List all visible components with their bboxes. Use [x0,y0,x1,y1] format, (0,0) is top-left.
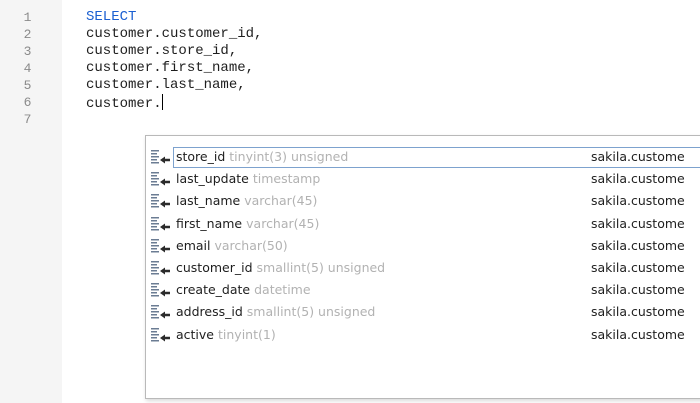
column-icon [151,283,170,297]
column-type: tinyint(1) [218,326,276,342]
autocomplete-item-email[interactable]: email varchar(50) sakila.custome [146,235,700,257]
column-name-text: last_update [176,171,249,187]
column-name: address_id smallint(5) unsigned [176,301,375,323]
column-type: timestamp [252,171,321,187]
autocomplete-popup[interactable]: store_id tinyint(3) unsigned sakila.custom… [145,135,700,399]
column-name: active tinyint(1) [176,324,276,346]
column-icon [151,305,170,319]
autocomplete-item-create-date[interactable]: create_date datetime sakila.custome [146,279,700,301]
column-table: sakila.custome [591,282,685,298]
column-type: varchar(50) [214,237,288,253]
code-line[interactable]: 1 SELECT [0,9,700,26]
column-table: sakila.custome [591,260,685,275]
column-icon [151,172,170,186]
text-caret [161,94,163,110]
code-text: SELECT [86,9,137,25]
code-text: customer. [86,96,162,112]
column-name: email varchar(50) [176,235,288,257]
code-text: customer.first_name, [86,60,255,76]
column-name-text: last_name [176,193,241,209]
line-number: 3 [23,44,32,59]
code-text: customer.customer_id, [86,26,263,42]
column-name-text: active [176,326,214,342]
code-line[interactable]: 4 customer.first_name, [0,60,700,77]
code-line[interactable]: 7 [0,111,700,128]
column-table: sakila.custome [591,171,685,187]
column-table: sakila.custome [591,304,685,320]
column-type: varchar(45) [246,215,320,231]
column-name-text: store_id [176,149,226,164]
column-icon [151,216,170,231]
code-line[interactable]: 2 customer.customer_id, [0,26,700,43]
column-icon [151,327,170,342]
column-type: smallint(5) unsigned [256,260,386,275]
column-type: datetime [254,282,311,298]
code-text: customer.last_name, [86,77,246,93]
autocomplete-item-address-id[interactable]: address_id smallint(5) unsigned sakila.cus… [146,301,700,323]
line-number: 7 [23,112,32,127]
column-name: customer_id smallint(5) unsigned [176,257,385,279]
column-icon [151,261,170,275]
code-text: customer.store_id, [86,43,238,59]
column-name: create_date datetime [176,279,311,301]
code-line[interactable]: 5 customer.last_name, [0,77,700,94]
autocomplete-item-active[interactable]: active tinyint(1) sakila.custome [146,324,700,346]
autocomplete-item-first-name[interactable]: first_name varchar(45) sakila.custome [146,213,700,235]
autocomplete-item-last-name[interactable]: last_name varchar(45) sakila.custome [146,190,700,212]
column-table: sakila.custome [591,149,685,164]
column-icon [151,194,170,208]
column-name-text: address_id [176,304,243,320]
column-table: sakila.custome [591,193,685,209]
line-number: 5 [23,78,32,93]
autocomplete-item-last-update[interactable]: last_update timestamp sakila.custome [146,168,700,190]
line-number: 6 [23,95,32,110]
line-number: 2 [23,27,32,42]
line-number: 4 [23,61,32,76]
column-icon [151,150,170,164]
autocomplete-item-store-id[interactable]: store_id tinyint(3) unsigned sakila.custom… [146,146,700,168]
line-number: 1 [23,10,32,25]
column-type: varchar(45) [244,193,318,209]
column-name: store_id tinyint(3) unsigned [176,146,348,168]
column-icon [151,238,170,253]
column-table: sakila.custome [591,326,685,342]
column-name-text: email [176,237,211,253]
column-table: sakila.custome [591,215,685,231]
column-name-text: create_date [176,282,251,298]
column-type: tinyint(3) unsigned [229,149,349,164]
sql-editor[interactable]: 1 SELECT 2 customer.customer_id, 3 custo… [0,0,700,403]
column-name-text: first_name [176,215,243,231]
column-name: first_name varchar(45) [176,213,319,235]
column-table: sakila.custome [591,237,685,253]
column-name: last_update timestamp [176,168,320,190]
code-line[interactable]: 3 customer.store_id, [0,43,700,60]
code-line[interactable]: 6 customer. [0,94,700,112]
autocomplete-item-customer-id[interactable]: customer_id smallint(5) unsigned sakila.cu… [146,257,700,279]
column-type: smallint(5) unsigned [246,304,376,320]
column-name: last_name varchar(45) [176,190,317,212]
column-name-text: customer_id [176,260,253,275]
